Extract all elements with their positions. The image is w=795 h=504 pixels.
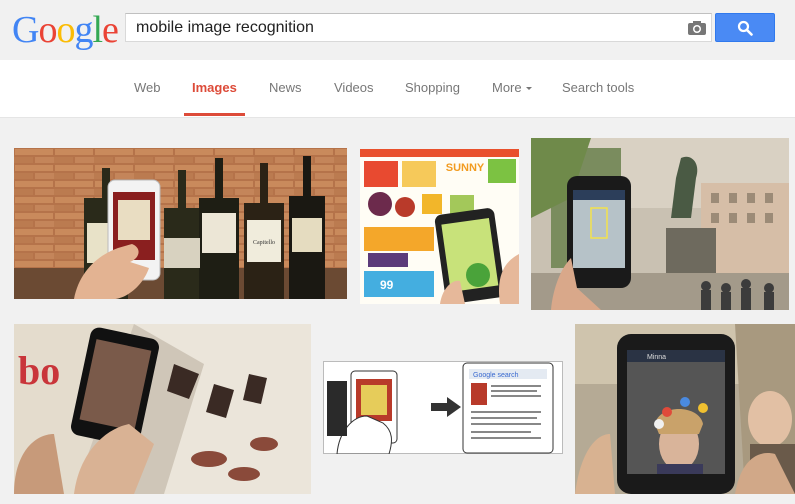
svg-text:99: 99	[380, 278, 394, 292]
search-icon	[737, 20, 753, 36]
logo-letter: o	[38, 9, 57, 51]
image-result[interactable]: Google search	[323, 361, 563, 454]
search-tabs: Web Images News Videos Shopping More Sea…	[0, 60, 795, 118]
logo-letter: l	[92, 9, 103, 51]
chevron-down-icon	[525, 87, 532, 90]
search-button[interactable]	[715, 13, 775, 42]
flyer-brand-text: SUNNY	[446, 162, 485, 174]
svg-text:bo: bo	[18, 348, 60, 393]
tab-videos[interactable]: Videos	[334, 80, 374, 116]
logo-letter: o	[56, 9, 75, 51]
logo-letter: e	[102, 9, 119, 51]
tab-images[interactable]: Images	[184, 80, 245, 116]
image-result[interactable]: SUNNY 99	[360, 149, 519, 304]
tab-more[interactable]: More	[492, 80, 532, 116]
tab-search-tools[interactable]: Search tools	[562, 80, 634, 116]
camera-icon[interactable]	[687, 20, 707, 36]
image-results-grid: Capitello SUNNY 99 bo Google search Minn…	[0, 118, 795, 504]
logo-letter: g	[74, 9, 93, 51]
phone-screen-title: Minna	[647, 354, 666, 361]
logo-letter: G	[12, 9, 39, 51]
image-result[interactable]: Minna	[575, 324, 795, 494]
wine-label-text: Capitello	[253, 240, 275, 246]
tab-web[interactable]: Web	[134, 80, 161, 116]
tab-news[interactable]: News	[269, 80, 302, 116]
tab-shopping[interactable]: Shopping	[405, 80, 460, 116]
image-result[interactable]	[531, 138, 789, 310]
search-box[interactable]	[125, 13, 712, 42]
image-result[interactable]: bo	[14, 324, 311, 494]
diagram-header-text: Google search	[473, 372, 519, 379]
header: Google	[0, 0, 795, 60]
google-logo[interactable]: Google	[12, 8, 119, 52]
search-input[interactable]	[136, 14, 676, 41]
tab-more-label: More	[492, 80, 522, 95]
image-result[interactable]: Capitello	[14, 148, 347, 299]
